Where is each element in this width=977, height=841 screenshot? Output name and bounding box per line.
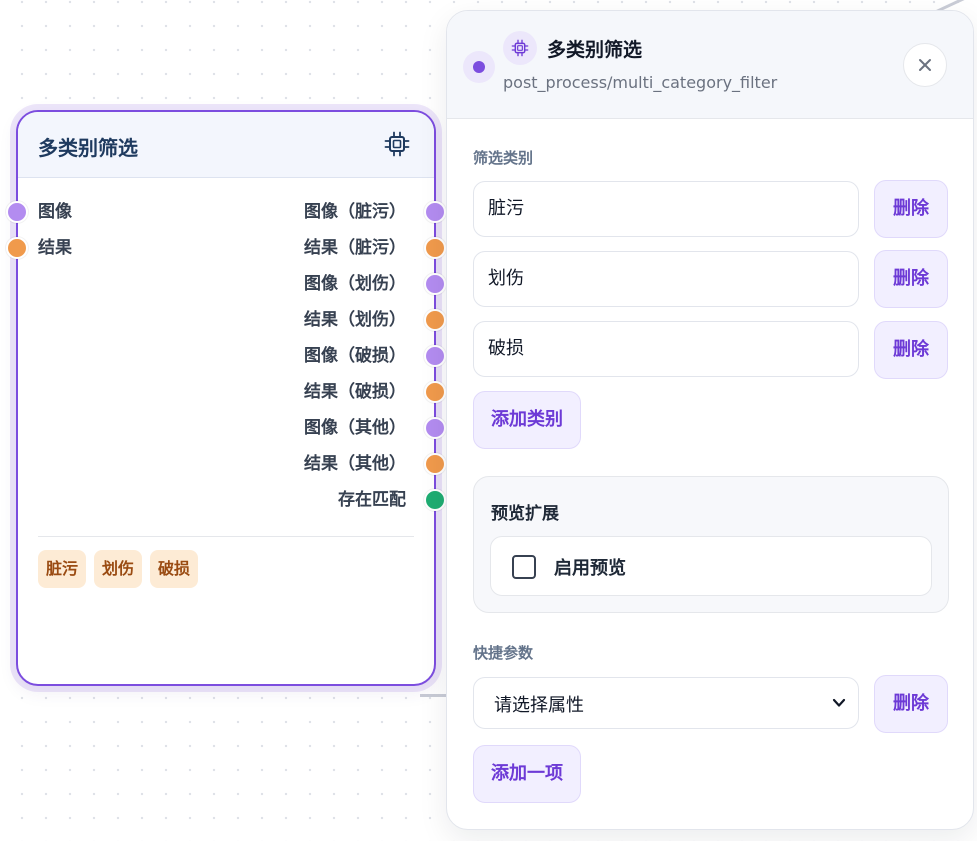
output-label-result-dirty: 结果（脏污） bbox=[304, 238, 406, 258]
output-label-image-broken: 图像（破损） bbox=[304, 346, 406, 366]
category-tag: 划伤 bbox=[94, 550, 143, 588]
output-label-image-dirty: 图像（脏污） bbox=[304, 202, 406, 222]
output-port-result-dirty[interactable] bbox=[424, 237, 446, 259]
preview-section-title: 预览扩展 bbox=[491, 504, 559, 524]
output-label-result-other: 结果（其他） bbox=[304, 454, 406, 474]
attribute-select[interactable]: 请选择属性 bbox=[473, 677, 859, 729]
output-label-has-match: 存在匹配 bbox=[338, 490, 406, 510]
output-port-image-scratch[interactable] bbox=[424, 273, 446, 295]
delete-param-button[interactable]: 删除 bbox=[874, 675, 948, 733]
input-label-image: 图像 bbox=[38, 202, 72, 222]
node-card[interactable]: 多类别筛选 图像 结果 图像（脏污） 结果（脏污） 图像（划伤） 结果（划伤） … bbox=[6, 110, 446, 686]
input-label-result: 结果 bbox=[38, 238, 72, 258]
output-label-result-broken: 结果（破损） bbox=[304, 382, 406, 402]
panel-title: 多类别筛选 bbox=[547, 39, 643, 61]
output-port-image-dirty[interactable] bbox=[424, 201, 446, 223]
category-input[interactable]: 破损 bbox=[473, 321, 859, 377]
input-port-result[interactable] bbox=[6, 237, 28, 259]
chevron-down-icon bbox=[832, 698, 846, 707]
node-type-path: post_process/multi_category_filter bbox=[503, 73, 778, 92]
attribute-select-value: 请选择属性 bbox=[494, 695, 584, 716]
node-title: 多类别筛选 bbox=[38, 136, 138, 160]
delete-category-button[interactable]: 删除 bbox=[874, 250, 948, 308]
properties-panel: 多类别筛选 post_process/multi_category_filter… bbox=[446, 10, 974, 830]
enable-preview-checkbox[interactable] bbox=[512, 555, 536, 579]
panel-header: 多类别筛选 post_process/multi_category_filter bbox=[447, 11, 973, 119]
close-button[interactable] bbox=[903, 43, 947, 87]
close-icon bbox=[919, 59, 931, 71]
output-port-image-broken[interactable] bbox=[424, 345, 446, 367]
preview-section: 预览扩展 启用预览 bbox=[473, 476, 949, 613]
input-port-image[interactable] bbox=[6, 201, 28, 223]
add-category-button[interactable]: 添加类别 bbox=[473, 391, 581, 449]
output-label-image-scratch: 图像（划伤） bbox=[304, 274, 406, 294]
add-item-button[interactable]: 添加一项 bbox=[473, 745, 581, 803]
output-port-has-match[interactable] bbox=[424, 489, 446, 511]
categories-section-label: 筛选类别 bbox=[473, 149, 534, 167]
node-header[interactable]: 多类别筛选 bbox=[18, 112, 434, 178]
output-label-result-scratch: 结果（划伤） bbox=[304, 310, 406, 330]
category-tags: 脏污 划伤 破损 bbox=[38, 550, 199, 588]
category-input[interactable]: 划伤 bbox=[473, 251, 859, 307]
enable-preview-label: 启用预览 bbox=[554, 558, 626, 579]
enable-preview-row[interactable]: 启用预览 bbox=[490, 536, 932, 596]
output-port-result-scratch[interactable] bbox=[424, 309, 446, 331]
output-port-image-other[interactable] bbox=[424, 417, 446, 439]
output-port-result-broken[interactable] bbox=[424, 381, 446, 403]
category-tag: 脏污 bbox=[38, 550, 87, 588]
status-dot-icon bbox=[473, 61, 485, 73]
panel-node-icon bbox=[503, 31, 537, 65]
chip-icon bbox=[384, 131, 410, 157]
quick-params-label: 快捷参数 bbox=[473, 644, 534, 662]
delete-category-button[interactable]: 删除 bbox=[874, 321, 948, 379]
node-divider bbox=[38, 536, 414, 537]
output-label-image-other: 图像（其他） bbox=[304, 418, 406, 438]
output-port-result-other[interactable] bbox=[424, 453, 446, 475]
category-tag: 破损 bbox=[150, 550, 199, 588]
category-input[interactable]: 脏污 bbox=[473, 181, 859, 237]
delete-category-button[interactable]: 删除 bbox=[874, 180, 948, 238]
chip-icon bbox=[511, 39, 529, 57]
status-indicator bbox=[463, 51, 495, 83]
